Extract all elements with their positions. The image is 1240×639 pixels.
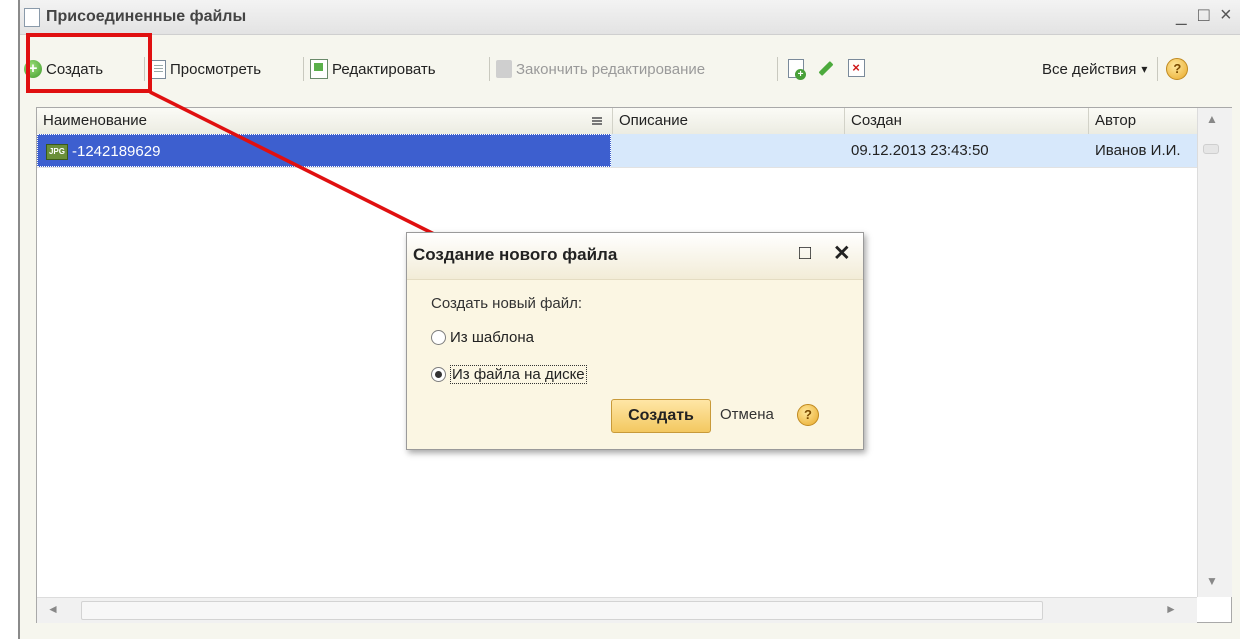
scroll-right-icon[interactable]: ► <box>1165 602 1177 616</box>
view-button[interactable]: Просмотреть <box>151 55 261 83</box>
jpg-file-icon: JPG <box>46 144 68 160</box>
column-header-created[interactable]: Создан <box>845 108 1089 134</box>
close-button[interactable]: × <box>1220 4 1232 27</box>
dialog-titlebar: Создание нового файла □ ✕ <box>407 233 863 280</box>
column-header-name[interactable]: Наименование <box>37 108 613 134</box>
scroll-up-icon[interactable]: ▲ <box>1206 112 1218 126</box>
toolbar-separator <box>303 57 304 81</box>
name-cell[interactable]: JPG -1242189629 <box>37 134 611 167</box>
option-from-template[interactable]: Из шаблона <box>431 329 534 346</box>
dialog-cancel-button[interactable]: Отмена <box>720 406 774 423</box>
edit-button-label: Редактировать <box>332 60 436 78</box>
pencil-icon[interactable] <box>814 55 838 81</box>
create-button-highlight <box>26 33 152 93</box>
table-row[interactable]: JPG -1242189629 09.12.2013 23:43:50 Иван… <box>37 134 1197 167</box>
toolbar-separator <box>1157 57 1159 81</box>
edit-document-icon <box>310 59 328 79</box>
new-file-dialog: Создание нового файла □ ✕ Создать новый … <box>406 232 864 450</box>
column-header-author[interactable]: Автор <box>1089 108 1197 134</box>
option-from-disk[interactable]: Из файла на диске <box>431 365 587 384</box>
option-label: Из файла на диске <box>450 365 587 384</box>
horizontal-scrollbar[interactable]: ◄ ► <box>37 597 1197 623</box>
finish-editing-label: Закончить редактирование <box>516 60 706 78</box>
dialog-maximize-button[interactable]: □ <box>799 242 811 265</box>
maximize-button[interactable]: □ <box>1198 5 1209 27</box>
chevron-down-icon: ▾ <box>1141 62 1148 76</box>
scroll-down-icon[interactable]: ▼ <box>1206 574 1218 588</box>
dialog-prompt: Создать новый файл: <box>431 295 583 312</box>
dialog-help-button[interactable]: ? <box>797 404 819 426</box>
window-title: Присоединенные файлы <box>46 8 247 25</box>
horizontal-scroll-thumb[interactable] <box>81 601 1043 620</box>
lock-icon <box>496 60 512 78</box>
help-icon[interactable]: ? <box>1166 58 1189 80</box>
delete-icon[interactable]: × <box>844 55 868 81</box>
scroll-left-icon[interactable]: ◄ <box>47 602 59 616</box>
table-header: Наименование Описание Создан Автор <box>37 108 1197 135</box>
vertical-scrollbar[interactable]: ▲ ▼ <box>1197 108 1232 597</box>
toolbar: + Создать Просмотреть Редактировать Зако… <box>20 37 1240 89</box>
window-titlebar: Присоединенные файлы _ □ × <box>20 0 1240 35</box>
toolbar-separator <box>777 57 778 81</box>
dialog-title: Создание нового файла <box>413 245 618 264</box>
minimize-button[interactable]: _ <box>1176 5 1187 27</box>
scroll-thumb[interactable] <box>1203 144 1219 154</box>
sort-icon <box>592 117 602 125</box>
all-actions-label: Все действия <box>1042 60 1137 78</box>
row-divider <box>37 167 1197 168</box>
document-add-icon[interactable]: + <box>784 55 808 81</box>
description-cell <box>619 134 839 167</box>
help-icon: ? <box>797 404 819 426</box>
option-label: Из шаблона <box>450 329 535 346</box>
all-actions-menu[interactable]: Все действия ▾ ? <box>1042 55 1189 83</box>
dialog-create-button[interactable]: Создать <box>611 399 711 433</box>
file-name: -1242189629 <box>72 143 161 160</box>
radio-button[interactable] <box>431 330 446 345</box>
dialog-close-button[interactable]: ✕ <box>833 241 851 266</box>
finish-editing-button[interactable]: Закончить редактирование <box>496 55 705 83</box>
view-button-label: Просмотреть <box>170 60 262 78</box>
toolbar-separator <box>489 57 490 81</box>
created-cell: 09.12.2013 23:43:50 <box>851 142 989 159</box>
document-icon <box>151 59 166 79</box>
radio-button-selected[interactable] <box>431 367 446 382</box>
column-header-description[interactable]: Описание <box>613 108 845 134</box>
author-cell: Иванов И.И. <box>1095 142 1181 159</box>
edit-button[interactable]: Редактировать <box>310 55 436 83</box>
document-icon <box>24 8 40 27</box>
